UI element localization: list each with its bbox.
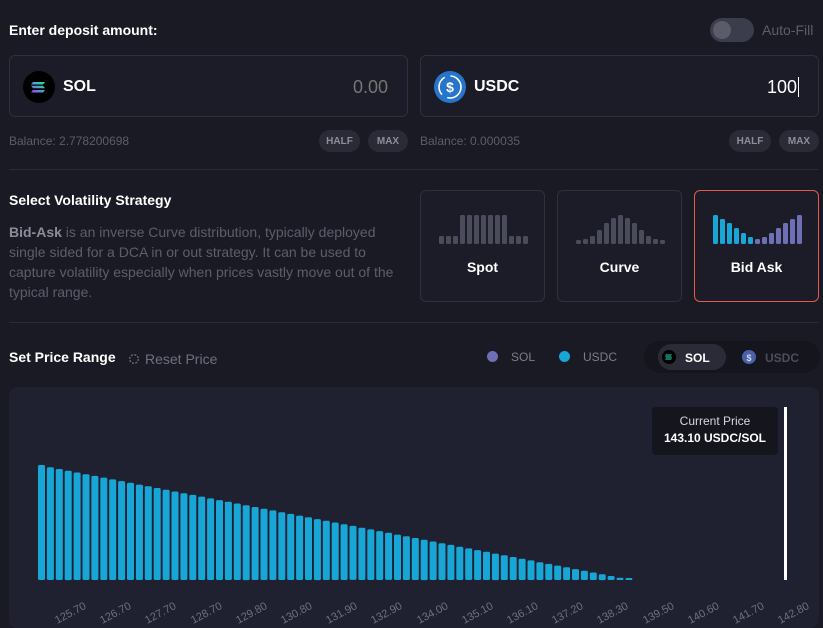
legend-sol-dot — [487, 351, 498, 362]
strategy-description: Bid-Ask is an inverse Curve distribution… — [9, 222, 409, 302]
spot-distribution-icon — [439, 215, 528, 244]
strategy-title: Select Volatility Strategy — [9, 192, 172, 208]
autofill-toggle[interactable] — [710, 18, 754, 42]
divider — [9, 322, 819, 323]
svg-text:$: $ — [446, 79, 454, 95]
legend-usdc-dot — [559, 351, 570, 362]
strategy-option-bid-ask[interactable]: Bid Ask — [694, 190, 819, 302]
x-tick-label: 139.50 — [640, 600, 676, 627]
legend-usdc-label: USDC — [583, 350, 618, 364]
sol-half-button[interactable]: HALF — [319, 130, 360, 152]
usdc-logo-icon: $ — [434, 71, 466, 103]
usdc-amount-input[interactable] — [651, 76, 797, 98]
x-tick-label: 128.70 — [188, 600, 224, 627]
x-tick-label: 129.80 — [233, 600, 270, 627]
svg-text:$: $ — [746, 353, 751, 363]
deposit-title: Enter deposit amount: — [9, 22, 158, 38]
solana-logo-icon — [23, 71, 55, 103]
x-tick-label: 132.90 — [369, 600, 405, 627]
segment-sol-label: SOL — [685, 351, 710, 365]
strategy-option-curve[interactable]: Curve — [557, 190, 682, 302]
usdc-amount-box[interactable]: $ USDC — [420, 55, 819, 117]
strategy-label-spot: Spot — [466, 259, 499, 275]
strategy-desc-text: is an inverse Curve distribution, typica… — [9, 224, 394, 300]
sol-balance: Balance: 2.778200698 — [9, 134, 130, 148]
x-tick-label: 125.70 — [53, 600, 89, 627]
usdc-balance: Balance: 0.000035 — [420, 134, 521, 148]
liquidity-chart-panel: Current Price 143.10 USDC/SOL 125.70 126.… — [9, 387, 819, 628]
strategy-label-bid-ask: Bid Ask — [730, 259, 783, 275]
x-tick-label: 141.70 — [731, 600, 767, 627]
usdc-logo-icon: $ — [742, 350, 756, 364]
bid-ask-distribution-icon — [713, 215, 802, 244]
segment-usdc[interactable]: $ USDC — [740, 344, 808, 370]
divider — [9, 169, 819, 170]
x-tick-label: 130.80 — [279, 600, 315, 627]
strategy-desc-bold: Bid-Ask — [9, 224, 62, 240]
x-tick-label: 138.30 — [595, 600, 631, 627]
curve-distribution-icon — [576, 215, 665, 244]
strategy-option-spot[interactable]: Spot — [420, 190, 545, 302]
sol-token-name: SOL — [63, 78, 96, 95]
x-tick-label: 140.60 — [685, 600, 722, 627]
usdc-token-name: USDC — [474, 78, 520, 95]
x-tick-label: 131.90 — [324, 600, 360, 627]
x-tick-label: 137.20 — [550, 600, 586, 627]
sol-amount-input[interactable] — [240, 76, 388, 98]
strategy-label-curve: Curve — [599, 259, 640, 275]
reset-price-label: Reset Price — [145, 351, 218, 367]
sol-amount-box[interactable]: SOL — [9, 55, 408, 117]
legend-sol-label: SOL — [511, 350, 536, 364]
sol-max-button[interactable]: MAX — [368, 130, 408, 152]
x-tick-label: 142.80 — [776, 600, 812, 627]
toggle-knob — [713, 21, 731, 39]
x-tick-label: 126.70 — [98, 600, 134, 627]
usdc-max-button[interactable]: MAX — [779, 130, 819, 152]
price-range-title: Set Price Range — [9, 349, 116, 365]
x-tick-label: 136.10 — [505, 600, 541, 627]
token-segment-control: SOL $ USDC — [644, 341, 820, 373]
text-caret — [798, 77, 799, 97]
segment-sol[interactable]: SOL — [658, 344, 726, 370]
x-tick-label: 127.70 — [143, 600, 179, 627]
usdc-half-button[interactable]: HALF — [729, 130, 771, 152]
solana-logo-icon — [662, 350, 676, 364]
reset-price-button[interactable]: Reset Price — [128, 351, 217, 367]
x-tick-label: 135.10 — [459, 600, 496, 627]
x-tick-label: 134.00 — [414, 600, 450, 627]
autofill-label: Auto-Fill — [762, 22, 814, 38]
segment-usdc-label: USDC — [765, 351, 800, 365]
x-axis-ticks: 125.70 126.70 127.70 128.70 129.80 130.80 131.… — [9, 387, 819, 628]
refresh-icon — [129, 354, 139, 364]
